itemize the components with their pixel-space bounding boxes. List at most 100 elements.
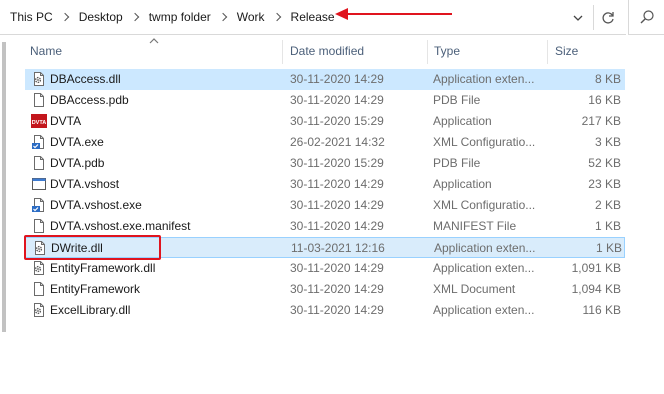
- chevron-down-icon[interactable]: [571, 11, 585, 25]
- dll-file-icon: [31, 71, 47, 87]
- file-size: 16 KB: [588, 93, 621, 107]
- file-name: DVTA.pdb: [50, 156, 105, 170]
- file-type: XML Document: [433, 282, 516, 296]
- address-bar[interactable]: This PC Desktop twmp folder Work Release: [0, 0, 626, 35]
- file-name: DVTA.exe: [50, 135, 104, 149]
- file-size: 1 KB: [594, 219, 621, 233]
- file-date: 30-11-2020 14:29: [290, 261, 384, 275]
- blank-file-icon: [31, 155, 47, 171]
- file-row[interactable]: EntityFramework.dll 30-11-2020 14:29 App…: [25, 258, 625, 279]
- file-type: Application: [433, 177, 492, 191]
- file-type: PDB File: [433, 93, 481, 107]
- file-row[interactable]: DVTA.vshost.exe.manifest 30-11-2020 14:2…: [25, 216, 625, 237]
- file-date: 11-03-2021 12:16: [291, 241, 385, 255]
- divider: [593, 5, 594, 30]
- file-type: Application exten...: [434, 241, 536, 255]
- file-row[interactable]: DVTA.vshost.exe 30-11-2020 14:29 XML Con…: [25, 195, 625, 216]
- file-type: PDB File: [433, 156, 481, 170]
- file-row[interactable]: DVTA.exe 26-02-2021 14:32 XML Configurat…: [25, 132, 625, 153]
- file-name: DVTA.vshost.exe.manifest: [50, 219, 191, 233]
- file-name: DBAccess.pdb: [50, 93, 129, 107]
- breadcrumb: This PC Desktop twmp folder Work Release: [10, 9, 335, 25]
- file-name: EntityFramework.dll: [50, 261, 156, 275]
- chevron-right-icon[interactable]: [218, 12, 227, 22]
- breadcrumb-work[interactable]: Work: [237, 10, 265, 24]
- column-header-type[interactable]: Type: [434, 44, 460, 58]
- blank-file-icon: [31, 92, 47, 108]
- file-type: Application exten...: [433, 261, 535, 275]
- navigation-pane[interactable]: [0, 36, 10, 394]
- file-size: 217 KB: [581, 114, 621, 128]
- file-size: 2 KB: [594, 198, 621, 212]
- dll-file-icon: [31, 302, 47, 318]
- refresh-icon[interactable]: [598, 8, 618, 28]
- file-name: DBAccess.dll: [50, 72, 121, 86]
- file-name: DVTA: [50, 114, 82, 128]
- blank-file-icon: [31, 281, 47, 297]
- file-date: 30-11-2020 14:29: [290, 303, 384, 317]
- file-name: ExcelLibrary.dll: [50, 303, 131, 317]
- chevron-right-icon[interactable]: [130, 12, 139, 22]
- column-header-size[interactable]: Size: [555, 44, 578, 58]
- file-row[interactable]: ExcelLibrary.dll 30-11-2020 14:29 Applic…: [25, 300, 625, 321]
- column-header-bar: Name Date modified Type Size: [0, 36, 664, 66]
- file-row[interactable]: DBAccess.dll 30-11-2020 14:29 Applicatio…: [25, 69, 625, 90]
- file-date: 26-02-2021 14:32: [290, 135, 385, 149]
- annotation-arrow-icon: [335, 8, 452, 20]
- file-size: 23 KB: [588, 177, 621, 191]
- window-app-icon: [31, 176, 47, 192]
- file-date: 30-11-2020 14:29: [290, 219, 384, 233]
- sort-ascending-icon: [149, 38, 159, 44]
- file-date: 30-11-2020 14:29: [290, 93, 384, 107]
- config-file-icon: [31, 197, 47, 213]
- search-box[interactable]: [628, 0, 664, 35]
- file-row[interactable]: EntityFramework 30-11-2020 14:29 XML Doc…: [25, 279, 625, 300]
- file-list: DBAccess.dll 30-11-2020 14:29 Applicatio…: [25, 69, 625, 321]
- file-size: 52 KB: [588, 156, 621, 170]
- dvta-app-icon: DVTA: [31, 113, 47, 129]
- file-name: EntityFramework: [50, 282, 141, 296]
- breadcrumb-this-pc[interactable]: This PC: [10, 10, 53, 24]
- svg-text:DVTA: DVTA: [32, 120, 47, 126]
- annotation-highlight-box: [24, 235, 161, 260]
- file-type: MANIFEST File: [433, 219, 517, 233]
- chevron-right-icon[interactable]: [60, 12, 69, 22]
- file-name: DVTA.vshost.exe: [50, 198, 142, 212]
- column-header-date-modified[interactable]: Date modified: [290, 44, 364, 58]
- column-divider[interactable]: [282, 40, 283, 64]
- column-divider[interactable]: [427, 40, 428, 64]
- column-header-name[interactable]: Name: [30, 44, 62, 58]
- file-type: XML Configuratio...: [433, 198, 536, 212]
- column-divider[interactable]: [547, 40, 548, 64]
- chevron-right-icon[interactable]: [272, 12, 281, 22]
- nav-pane-scrollbar[interactable]: [2, 42, 6, 332]
- file-type: Application: [433, 114, 492, 128]
- blank-file-icon: [31, 218, 47, 234]
- file-size: 116 KB: [582, 303, 621, 317]
- file-name: DVTA.vshost: [50, 177, 120, 191]
- file-type: Application exten...: [433, 303, 535, 317]
- file-row[interactable]: DVTA.pdb 30-11-2020 15:29 PDB File 52 KB: [25, 153, 625, 174]
- breadcrumb-twmp-folder[interactable]: twmp folder: [149, 10, 211, 24]
- file-size: 8 KB: [594, 72, 621, 86]
- file-row[interactable]: DVTA DVTA 30-11-2020 15:29 Application 2…: [25, 111, 625, 132]
- file-row[interactable]: DVTA.vshost 30-11-2020 14:29 Application…: [25, 174, 625, 195]
- file-date: 30-11-2020 14:29: [290, 177, 384, 191]
- file-size: 3 KB: [594, 135, 621, 149]
- file-size: 1 KB: [595, 241, 622, 255]
- breadcrumb-release[interactable]: Release: [291, 10, 335, 24]
- config-file-icon: [31, 134, 47, 150]
- dll-file-icon: [31, 260, 47, 276]
- file-row[interactable]: DBAccess.pdb 30-11-2020 14:29 PDB File 1…: [25, 90, 625, 111]
- file-type: Application exten...: [433, 72, 535, 86]
- file-date: 30-11-2020 15:29: [290, 114, 384, 128]
- breadcrumb-desktop[interactable]: Desktop: [79, 10, 123, 24]
- file-date: 30-11-2020 14:29: [290, 282, 384, 296]
- file-date: 30-11-2020 14:29: [290, 72, 384, 86]
- file-size: 1,094 KB: [571, 282, 621, 296]
- file-date: 30-11-2020 15:29: [290, 156, 384, 170]
- search-icon[interactable]: [639, 9, 655, 25]
- file-size: 1,091 KB: [571, 261, 621, 275]
- file-date: 30-11-2020 14:29: [290, 198, 384, 212]
- file-type: XML Configuratio...: [433, 135, 536, 149]
